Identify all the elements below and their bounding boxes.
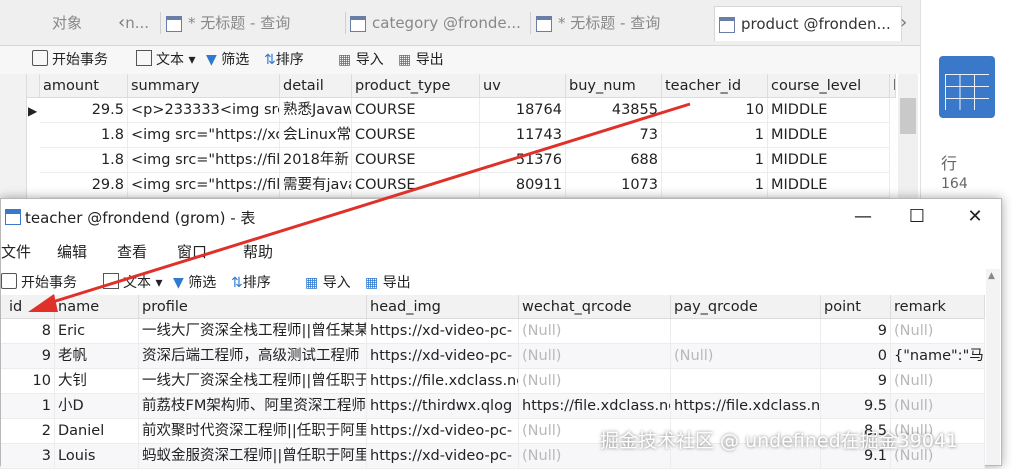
arrow-head-icon <box>28 294 58 312</box>
arrow-line <box>45 102 691 306</box>
red-arrow-annotation <box>28 102 691 312</box>
watermark: 掘金技术社区 @ undefined在掘金39041 <box>600 430 959 452</box>
